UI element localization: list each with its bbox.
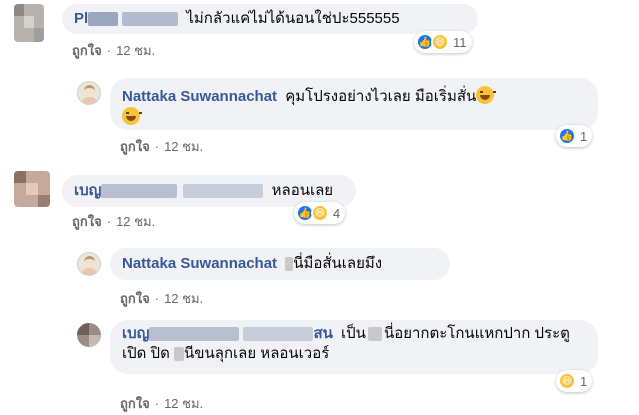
reaction-count: 1 [580, 373, 588, 389]
comment-meta: ถูกใจ · 12 ชม. [72, 40, 155, 61]
comment-text: หลอนเลย [271, 182, 334, 199]
like-button[interactable]: ถูกใจ [72, 43, 102, 58]
timestamp[interactable]: 12 ชม. [116, 43, 155, 58]
like-button[interactable]: ถูกใจ [120, 291, 150, 306]
comment-text: นี่มือสั่นเลยมึง [293, 255, 383, 272]
like-icon: 👍 [558, 127, 576, 145]
like-button[interactable]: ถูกใจ [72, 214, 102, 229]
comment-text: นี่อยากตะโกนแหกปาก ประตู [383, 325, 570, 342]
redacted-name [183, 184, 264, 199]
separator: · [106, 43, 112, 58]
comment-text: เปิด ปิด [122, 345, 170, 362]
avatar[interactable] [77, 252, 101, 276]
reaction-count: 11 [453, 34, 467, 50]
avatar[interactable] [14, 4, 44, 42]
timestamp[interactable]: 12 ชม. [164, 396, 203, 411]
comment-author[interactable]: เบญ [74, 182, 264, 199]
comment-text: เป็น [341, 325, 366, 342]
reaction-summary[interactable]: 👍 1 [556, 125, 593, 147]
comment-author[interactable]: Nattaka Suwannachat [122, 255, 277, 272]
redacted-text [174, 347, 184, 362]
reaction-summary[interactable]: 👍 😆 4 [294, 202, 346, 224]
reaction-summary[interactable]: 👍 😆 11 [414, 31, 472, 53]
sweat-smile-emoji-icon [122, 107, 142, 125]
comment-meta: ถูกใจ · 12 ชม. [120, 136, 203, 157]
comment-bubble: Nattaka Suwannachat นี่มือสั่นเลยมึง [110, 248, 450, 280]
avatar[interactable] [14, 171, 50, 207]
comment-bubble: Pl ไม่กลัวแค่ไม่ได้นอนใช่ปะ555555 [62, 4, 478, 34]
redacted-name [243, 327, 314, 342]
sweat-smile-emoji-icon [476, 86, 497, 104]
comment-bubble: เบญ สน เป็น นี่อยากตะโกนแหกปาก ประตู เปิด … [110, 320, 598, 374]
reaction-count: 1 [580, 128, 588, 144]
comment-meta: ถูกใจ · 12 ชม. [120, 393, 203, 414]
comment-meta: ถูกใจ · 12 ชม. [120, 288, 203, 309]
comment-text: นีขนลุกเลย หลอนเวอร์ [184, 345, 330, 362]
avatar[interactable] [77, 81, 101, 105]
redacted-text [367, 327, 382, 342]
redacted-name [101, 184, 178, 199]
comment-author[interactable]: Pl [74, 10, 179, 27]
haha-icon: 😆 [311, 204, 329, 222]
comment-author[interactable]: เบญ สน [122, 325, 333, 342]
reaction-summary[interactable]: 😆 1 [556, 370, 593, 392]
redacted-name [88, 12, 119, 27]
timestamp[interactable]: 12 ชม. [116, 214, 155, 229]
timestamp[interactable]: 12 ชม. [164, 291, 203, 306]
like-button[interactable]: ถูกใจ [120, 396, 150, 411]
separator: · [154, 396, 160, 411]
redacted-name [149, 327, 240, 342]
separator: · [154, 291, 160, 306]
redacted-name [122, 12, 179, 27]
separator: · [106, 214, 112, 229]
separator: · [154, 139, 160, 154]
comment-text: ไม่กลัวแค่ไม่ได้นอนใช่ปะ555555 [186, 10, 400, 27]
haha-icon: 😆 [558, 372, 576, 390]
haha-icon: 😆 [431, 33, 449, 51]
comment-author[interactable]: Nattaka Suwannachat [122, 88, 277, 105]
reaction-count: 4 [333, 205, 341, 221]
comment-meta: ถูกใจ · 12 ชม. [72, 211, 155, 232]
comment-text: คุมโปรงอย่างไวเลย มือเริ่มสั่น [285, 88, 477, 105]
avatar[interactable] [77, 323, 101, 347]
like-button[interactable]: ถูกใจ [120, 139, 150, 154]
timestamp[interactable]: 12 ชม. [164, 139, 203, 154]
comment-bubble: Nattaka Suwannachat คุมโปรงอย่างไวเลย มื… [110, 78, 598, 130]
